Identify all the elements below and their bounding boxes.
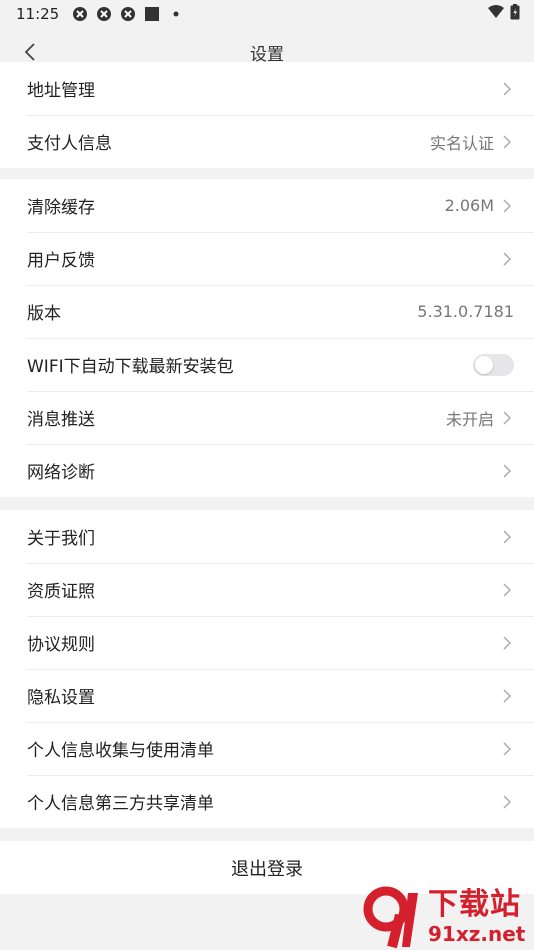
settings-row-wifi-download: WIFI下自动下载最新安装包 xyxy=(0,338,534,391)
watermark-big-text: 下载站 xyxy=(428,887,521,922)
chevron-right-icon xyxy=(500,410,514,425)
chevron-right-icon xyxy=(500,529,514,544)
chevron-right-icon xyxy=(500,741,514,756)
battery-icon xyxy=(510,4,520,24)
settings-group-app: 清除缓存 2.06M 用户反馈 版本 5.31.0.7181 WIFI下自动下载… xyxy=(0,179,534,497)
dot-icon xyxy=(167,5,185,23)
app-icon xyxy=(71,5,89,23)
chevron-right-icon xyxy=(500,794,514,809)
row-label: 个人信息第三方共享清单 xyxy=(27,794,214,814)
settings-group-about: 关于我们 资质证照 协议规则 隐私设置 个人信息收集与使用清单 个人信息第三方共… xyxy=(0,510,534,828)
wifi-download-toggle[interactable] xyxy=(473,353,514,376)
row-label: 隐私设置 xyxy=(27,688,95,708)
watermark: 下载站 91xz.net xyxy=(362,884,530,950)
chevron-right-icon xyxy=(500,463,514,478)
chevron-right-icon xyxy=(500,198,514,213)
settings-row-clear-cache[interactable]: 清除缓存 2.06M xyxy=(0,179,534,232)
row-value: 5.31.0.7181 xyxy=(417,302,514,321)
row-label: 个人信息收集与使用清单 xyxy=(27,741,214,761)
row-label: 关于我们 xyxy=(27,529,95,549)
settings-group-account: 地址管理 支付人信息 实名认证 xyxy=(0,62,534,168)
settings-row-qualifications[interactable]: 资质证照 xyxy=(0,563,534,616)
app-icon xyxy=(119,5,137,23)
row-value: 2.06M xyxy=(444,196,494,215)
settings-row-about-us[interactable]: 关于我们 xyxy=(0,510,534,563)
app-icon xyxy=(95,5,113,23)
row-label: 支付人信息 xyxy=(27,134,112,154)
row-label: 清除缓存 xyxy=(27,198,95,218)
row-label: 协议规则 xyxy=(27,635,95,655)
row-label: 消息推送 xyxy=(27,410,95,430)
status-time: 11:25 xyxy=(16,5,60,23)
row-label: 用户反馈 xyxy=(27,251,95,271)
toggle-knob xyxy=(475,355,493,374)
settings-row-privacy[interactable]: 隐私设置 xyxy=(0,669,534,722)
back-button[interactable] xyxy=(18,40,42,64)
row-label: WIFI下自动下载最新安装包 xyxy=(27,357,234,377)
settings-row-payer-info[interactable]: 支付人信息 实名认证 xyxy=(0,115,534,168)
row-label: 网络诊断 xyxy=(27,463,95,483)
chevron-right-icon xyxy=(500,582,514,597)
row-value: 未开启 xyxy=(445,409,494,429)
settings-row-push[interactable]: 消息推送 未开启 xyxy=(0,391,534,444)
row-value: 实名认证 xyxy=(429,133,494,153)
settings-row-agreements[interactable]: 协议规则 xyxy=(0,616,534,669)
chevron-right-icon xyxy=(500,81,514,96)
chevron-right-icon xyxy=(500,688,514,703)
settings-row-feedback[interactable]: 用户反馈 xyxy=(0,232,534,285)
wifi-icon xyxy=(488,5,504,23)
row-label: 版本 xyxy=(27,304,61,324)
settings-row-info-collection[interactable]: 个人信息收集与使用清单 xyxy=(0,722,534,775)
watermark-small-text: 91xz.net xyxy=(428,922,526,946)
chevron-right-icon xyxy=(500,635,514,650)
status-bar: 11:25 xyxy=(0,0,534,28)
settings-row-version: 版本 5.31.0.7181 xyxy=(0,285,534,338)
row-label: 资质证照 xyxy=(27,582,95,602)
chevron-right-icon xyxy=(500,251,514,266)
row-label: 地址管理 xyxy=(27,81,95,101)
chevron-right-icon xyxy=(500,134,514,149)
settings-row-third-party-sharing[interactable]: 个人信息第三方共享清单 xyxy=(0,775,534,828)
watermark-logo-icon xyxy=(363,886,418,949)
settings-row-network-diagnosis[interactable]: 网络诊断 xyxy=(0,444,534,497)
square-icon xyxy=(143,5,161,23)
page-title: 设置 xyxy=(250,44,284,65)
settings-row-address[interactable]: 地址管理 xyxy=(0,62,534,115)
chevron-left-icon xyxy=(24,43,35,61)
